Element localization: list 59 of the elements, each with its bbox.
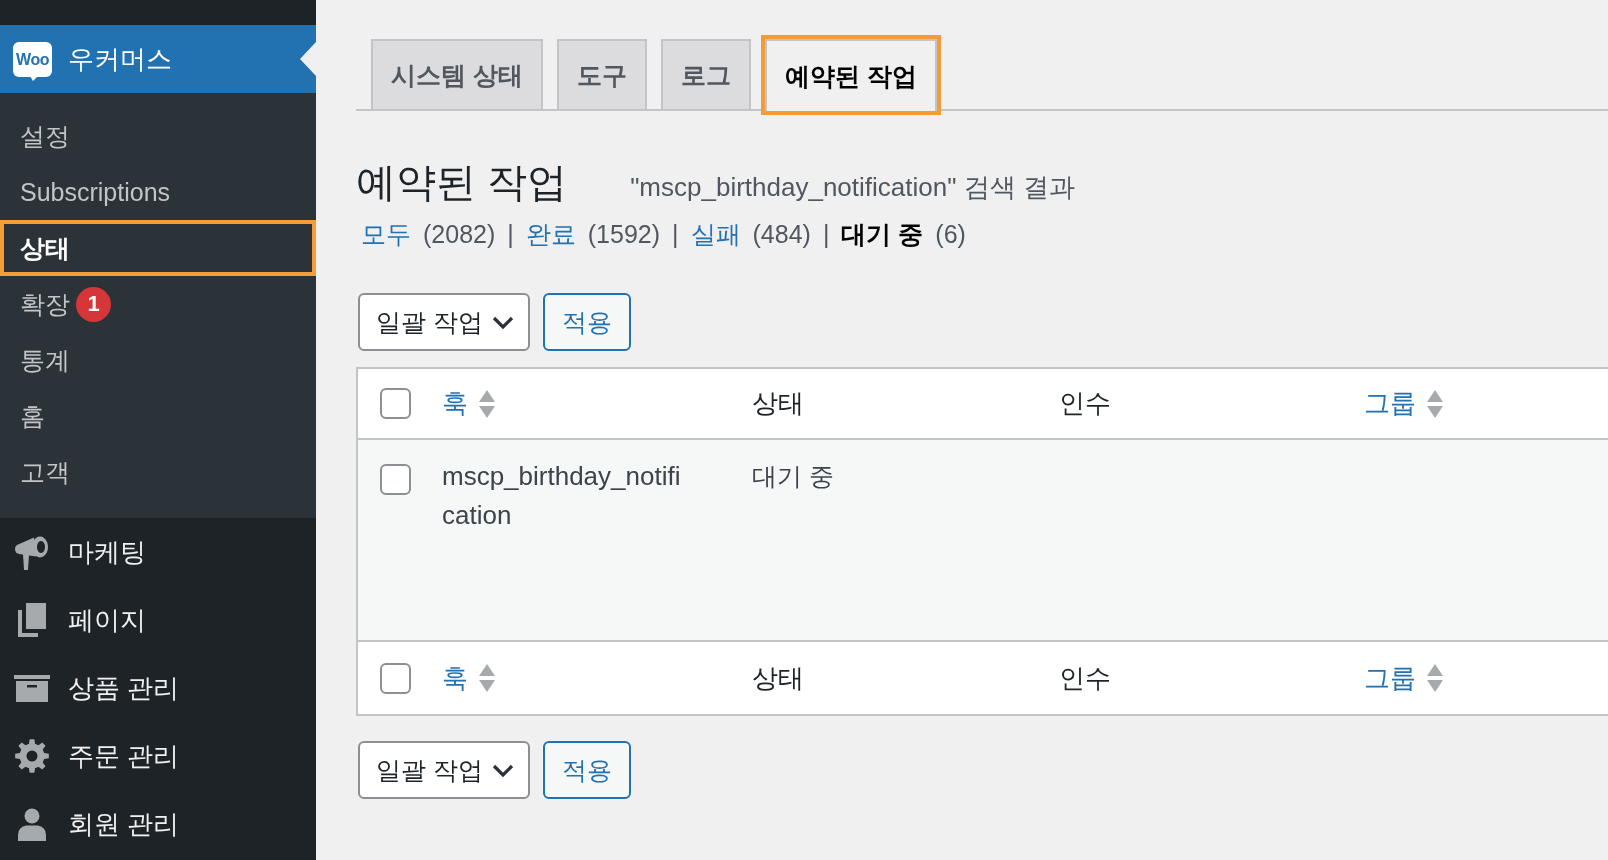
sort-icon <box>1427 388 1443 419</box>
tab[interactable]: 시스템 상태 <box>371 39 543 109</box>
filter-count: (1592) <box>587 219 661 249</box>
filter-separator: | <box>672 219 679 249</box>
page-title: 예약된 작업 <box>356 159 568 206</box>
checkbox[interactable] <box>380 662 411 694</box>
person-icon <box>17 807 47 841</box>
sidebar-menu-item[interactable]: 상품 관리 <box>0 654 316 722</box>
gear-icon <box>15 739 49 773</box>
apply-button[interactable]: 적용 <box>543 293 631 351</box>
filter-link[interactable]: 완료 <box>525 217 576 251</box>
column-header: 인수 <box>1059 387 1111 420</box>
chevron-down-icon <box>492 763 514 777</box>
sort-icon <box>479 388 495 419</box>
sort-icon <box>1427 663 1443 693</box>
submenu-item[interactable]: 통계 <box>0 332 316 388</box>
filter-link[interactable]: 모두 <box>361 217 411 251</box>
filter-count: (2082) <box>423 219 496 249</box>
submenu-item[interactable]: Subscriptions <box>0 164 316 220</box>
apply-button[interactable]: 적용 <box>543 741 631 799</box>
table-cell-text: 대기 중 <box>752 461 834 492</box>
submenu-item[interactable]: 홈 <box>0 388 316 444</box>
bulk-action-select[interactable]: 일괄 작업 <box>358 741 530 799</box>
submenu-item[interactable]: 확장 1 <box>0 276 316 332</box>
bulk-action-select[interactable]: 일괄 작업 <box>358 293 530 351</box>
filter-separator: | <box>822 219 830 249</box>
submenu-item[interactable]: 상태 <box>0 220 316 276</box>
filter-count: (484) <box>752 219 811 249</box>
sidebar-menu-item[interactable]: 마케팅 <box>0 518 316 586</box>
tab[interactable]: 도구 <box>556 39 647 109</box>
search-summary: "mscp_birthday_notification" 검색 결과 <box>630 171 1075 204</box>
filter-separator: | <box>507 219 514 249</box>
checkbox[interactable] <box>380 464 411 495</box>
count-badge: 1 <box>76 286 111 322</box>
filter-count: (6) <box>935 219 966 249</box>
column-header-link[interactable]: 훅 <box>442 386 495 421</box>
checkbox[interactable] <box>380 388 411 419</box>
column-header: 인수 <box>1059 661 1111 695</box>
table-cell-text: mscp_birthday_notification <box>442 460 682 532</box>
sidebar-menu-item[interactable]: 회원 관리 <box>0 790 316 858</box>
chevron-down-icon <box>492 315 514 329</box>
sidebar-menu-item[interactable]: 주문 관리 <box>0 722 316 790</box>
archive-box-icon <box>14 674 50 702</box>
column-header-link[interactable]: 그룹 <box>1364 386 1443 421</box>
pages-icon <box>18 603 46 637</box>
sidebar-menu-item[interactable]: 페이지 <box>0 586 316 654</box>
submenu-item[interactable]: 고객 <box>0 444 316 500</box>
column-header-link[interactable]: 훅 <box>442 660 495 696</box>
pointer-icon <box>300 42 316 76</box>
column-header: 상태 <box>752 387 804 420</box>
filter-link[interactable]: 대기 중 <box>841 217 924 251</box>
tab[interactable]: 로그 <box>660 39 751 109</box>
logo: Woo <box>13 41 52 81</box>
column-header-link[interactable]: 그룹 <box>1364 660 1443 696</box>
sidebar-menu-item[interactable]: Woo 우커머스 <box>0 25 316 93</box>
column-header: 상태 <box>752 661 804 695</box>
sort-icon <box>479 663 495 693</box>
submenu-item[interactable]: 설정 <box>0 108 316 164</box>
filter-link[interactable]: 실패 <box>690 217 741 251</box>
